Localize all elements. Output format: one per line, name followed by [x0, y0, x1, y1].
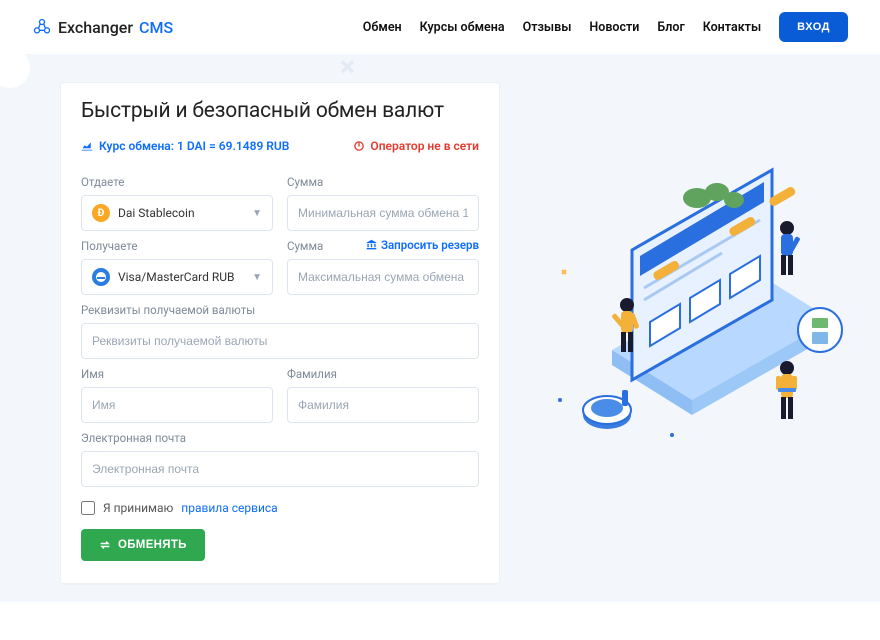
- get-currency-select[interactable]: Visa/MasterCard RUB ▼: [81, 259, 273, 295]
- power-icon: [353, 140, 365, 152]
- get-label: Получаете: [81, 239, 273, 253]
- dai-icon: Ð: [92, 204, 110, 222]
- login-button[interactable]: ВХОД: [779, 12, 848, 42]
- nav-reviews[interactable]: Отзывы: [523, 20, 572, 35]
- give-currency-select[interactable]: Ð Dai Stablecoin ▼: [81, 195, 273, 231]
- agree-text: Я принимаю: [103, 501, 173, 515]
- chart-icon: [81, 140, 93, 152]
- give-label: Отдаете: [81, 175, 273, 189]
- get-amount-label: Сумма: [287, 239, 323, 253]
- nav-news[interactable]: Новости: [589, 20, 639, 35]
- brand-name-1: Exchanger: [58, 18, 133, 37]
- give-currency-value: Dai Stablecoin: [118, 206, 195, 220]
- rate-text: Курс обмена: 1 DAI = 69.1489 RUB: [99, 139, 289, 153]
- lastname-input[interactable]: [287, 387, 479, 423]
- request-reserve-link[interactable]: Запросить резерв: [366, 238, 479, 252]
- get-amount-input[interactable]: [287, 259, 479, 295]
- get-currency-value: Visa/MasterCard RUB: [118, 270, 234, 284]
- requisites-input[interactable]: [81, 323, 479, 359]
- lastname-label: Фамилия: [287, 367, 479, 381]
- chevron-down-icon: ▼: [252, 272, 262, 283]
- chevron-down-icon: ▼: [252, 208, 262, 219]
- nav-contacts[interactable]: Контакты: [703, 20, 761, 35]
- brand-name-2: CMS: [139, 18, 173, 37]
- requisites-label: Реквизиты получаемой валюты: [81, 303, 479, 317]
- nav-rates[interactable]: Курсы обмена: [420, 20, 505, 35]
- give-amount-input[interactable]: [287, 195, 479, 231]
- firstname-label: Имя: [81, 367, 273, 381]
- exchange-rate: Курс обмена: 1 DAI = 69.1489 RUB: [81, 139, 289, 153]
- bank-icon: [366, 239, 377, 250]
- email-label: Электронная почта: [81, 431, 479, 445]
- logo[interactable]: Exchanger CMS: [32, 17, 173, 37]
- nav-exchange[interactable]: Обмен: [363, 20, 402, 35]
- main-nav: Обмен Курсы обмена Отзывы Новости Блог К…: [363, 12, 848, 42]
- logo-icon: [32, 17, 52, 37]
- nav-blog[interactable]: Блог: [657, 20, 684, 35]
- exchange-form-card: Быстрый и безопасный обмен валют Курс об…: [60, 82, 500, 584]
- exchange-button[interactable]: ОБМЕНЯТЬ: [81, 529, 205, 561]
- email-input[interactable]: [81, 451, 479, 487]
- firstname-input[interactable]: [81, 387, 273, 423]
- rules-link[interactable]: правила сервиса: [181, 501, 277, 515]
- agree-checkbox[interactable]: [81, 501, 95, 515]
- card-icon: [92, 268, 110, 286]
- page-title: Быстрый и безопасный обмен валют: [81, 99, 479, 123]
- status-text: Оператор не в сети: [370, 139, 479, 153]
- give-amount-label: Сумма: [287, 175, 479, 189]
- swap-icon: [99, 539, 111, 551]
- operator-status: Оператор не в сети: [353, 139, 479, 153]
